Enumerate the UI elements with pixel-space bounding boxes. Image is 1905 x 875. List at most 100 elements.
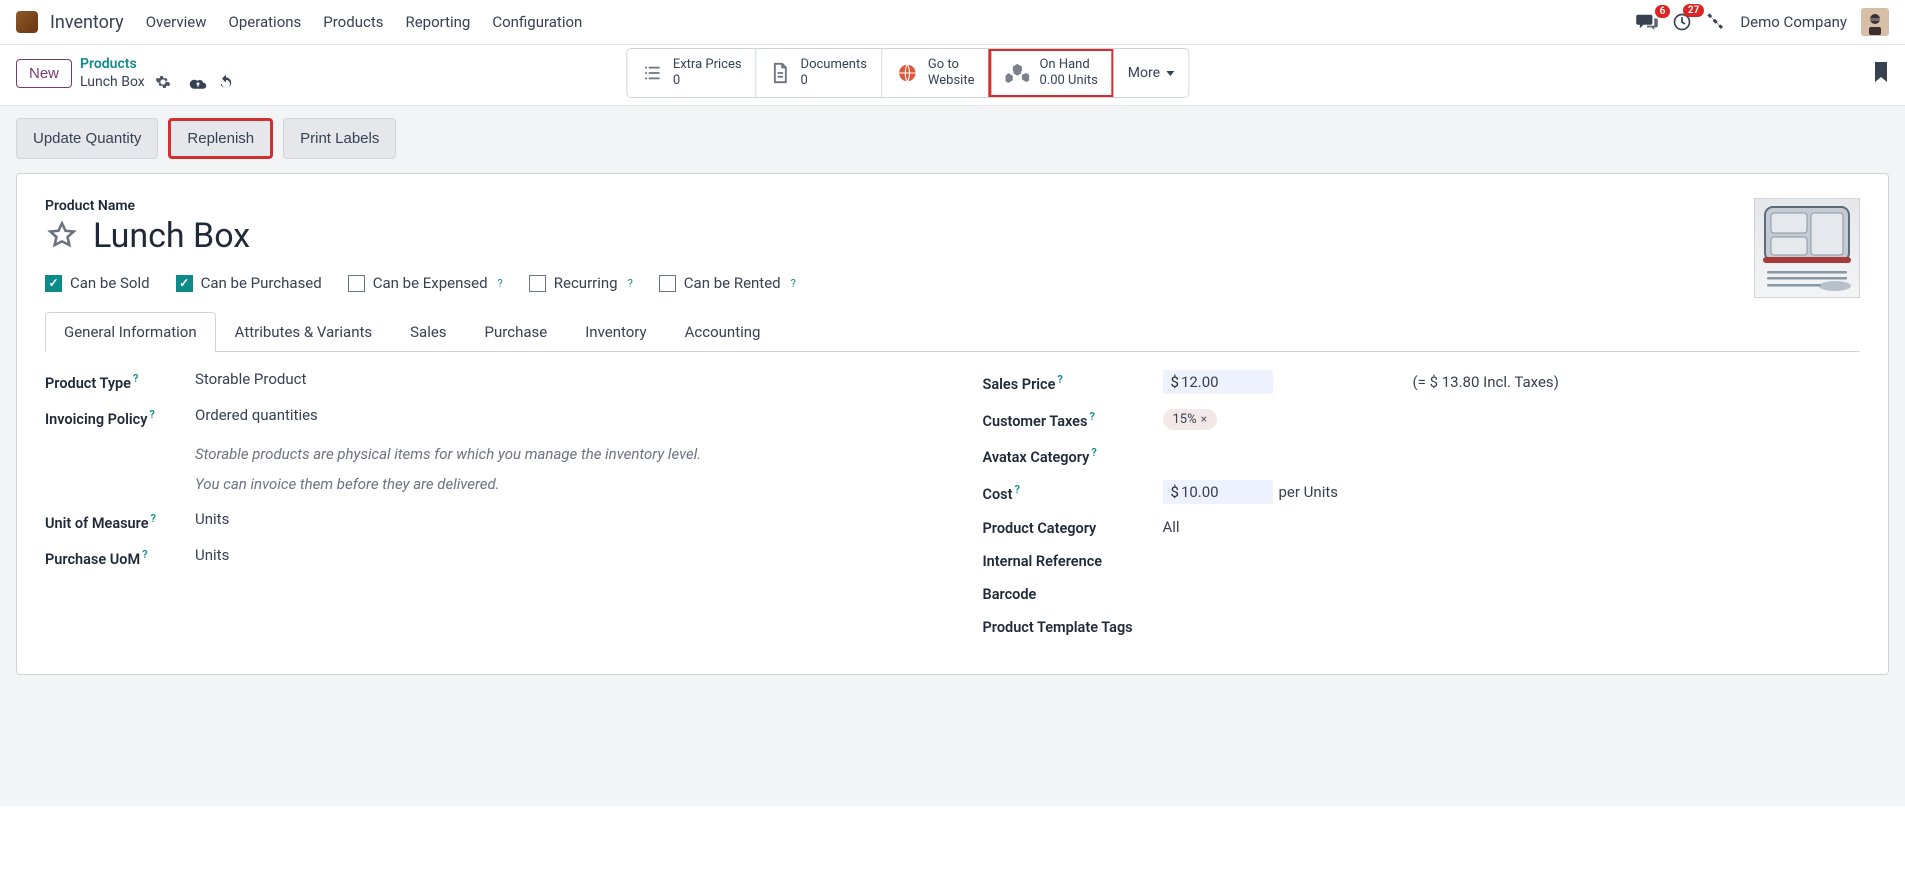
invoicing-policy-label: Invoicing Policy [45,411,147,428]
debug-icon[interactable] [1706,12,1726,32]
barcode-label: Barcode [983,584,1163,603]
tab-attributes-variants[interactable]: Attributes & Variants [216,312,391,352]
toolbar: New Products Lunch Box Extra Prices 0 [0,45,1905,106]
topbar: Inventory Overview Operations Products R… [0,0,1905,45]
uom-value[interactable]: Units [195,510,923,528]
stat-on-hand[interactable]: On Hand 0.00 Units [988,48,1114,99]
activities-icon[interactable]: 27 [1672,12,1692,32]
purchase-uom-label: Purchase UoM [45,551,140,568]
help-icon[interactable]: ? [628,277,633,290]
nav-reporting[interactable]: Reporting [405,13,470,31]
product-image[interactable] [1754,198,1860,298]
product-category-value[interactable]: All [1163,518,1861,536]
breadcrumb: Products Lunch Box [80,55,235,91]
company-selector[interactable]: Demo Company [1740,13,1847,31]
customer-taxes-label: Customer Taxes [983,413,1088,430]
remove-tax-icon[interactable]: × [1201,412,1207,426]
stat-website-line1: Go to [928,57,975,73]
invoicing-policy-value[interactable]: Ordered quantities [195,406,923,424]
form-left-column: Product Type? Storable Product Invoicing… [45,370,923,650]
help-icon[interactable]: ? [791,277,796,290]
form-tabs: General Information Attributes & Variant… [45,312,1860,352]
uom-label: Unit of Measure [45,515,149,532]
help-icon[interactable]: ? [1089,410,1094,423]
flag-can-be-purchased[interactable]: Can be Purchased [176,274,322,292]
app-title[interactable]: Inventory [50,12,124,33]
cloud-upload-icon[interactable] [189,74,207,90]
incl-taxes-hint: (= $ 13.80 Incl. Taxes) [1413,373,1559,391]
help-icon[interactable]: ? [1057,373,1062,386]
messages-badge: 6 [1655,5,1671,18]
favorite-star-icon[interactable] [45,219,79,253]
gear-icon[interactable] [155,74,171,90]
nav-products[interactable]: Products [323,13,383,31]
purchase-uom-value[interactable]: Units [195,546,923,564]
stat-more-button[interactable]: More [1114,49,1188,98]
checkbox-icon [348,275,365,292]
breadcrumb-products-link[interactable]: Products [80,55,235,73]
stat-documents-value: 0 [801,73,867,89]
stat-documents-label: Documents [801,57,867,73]
stat-extra-prices-value: 0 [673,73,742,89]
checkbox-icon [529,275,546,292]
stat-extra-prices-label: Extra Prices [673,57,742,73]
help-icon[interactable]: ? [149,408,154,421]
product-form: Product Name Lunch Box Ca [16,173,1889,675]
update-quantity-button[interactable]: Update Quantity [16,118,158,159]
storable-help-1: Storable products are physical items for… [195,442,923,466]
flag-can-be-rented[interactable]: Can be Rented ? [659,274,796,292]
cost-input[interactable]: $10.00 [1163,480,1273,504]
nav-overview[interactable]: Overview [146,13,207,31]
cost-label: Cost [983,486,1013,503]
boxes-icon [1005,63,1029,83]
stat-extra-prices[interactable]: Extra Prices 0 [627,49,757,98]
help-icon[interactable]: ? [142,548,147,561]
flag-recurring[interactable]: Recurring ? [529,274,633,292]
stat-go-to-website[interactable]: Go to Website [882,49,990,98]
content-area: Update Quantity Replenish Print Labels P… [0,106,1905,806]
checkbox-icon [176,275,193,292]
new-button[interactable]: New [16,59,72,88]
tab-sales[interactable]: Sales [391,312,465,352]
tab-inventory[interactable]: Inventory [566,312,665,352]
product-type-label: Product Type [45,375,131,392]
cost-unit-label: per Units [1279,483,1339,501]
bookmark-icon[interactable] [1875,62,1889,84]
help-icon[interactable]: ? [1091,446,1096,459]
nav-operations[interactable]: Operations [229,13,302,31]
template-tags-label: Product Template Tags [983,617,1163,636]
customer-tax-chip[interactable]: 15% × [1163,409,1218,430]
stat-website-line2: Website [928,73,975,89]
product-name[interactable]: Lunch Box [93,216,250,256]
activities-badge: 27 [1683,4,1704,17]
messages-icon[interactable]: 6 [1636,13,1658,31]
product-name-label: Product Name [45,198,1860,214]
flag-can-be-expensed[interactable]: Can be Expensed ? [348,274,503,292]
app-logo[interactable] [16,11,38,33]
stat-on-hand-value: 0.00 Units [1039,73,1097,89]
more-label: More [1128,65,1160,81]
sales-price-input[interactable]: $12.00 [1163,370,1273,394]
list-icon [641,64,663,82]
product-flags: Can be Sold Can be Purchased Can be Expe… [45,274,1860,292]
help-icon[interactable]: ? [1015,483,1020,496]
avatar[interactable] [1861,8,1889,36]
sales-price-label: Sales Price [983,376,1056,393]
help-icon[interactable]: ? [133,372,138,385]
action-buttons-row: Update Quantity Replenish Print Labels [16,106,1889,173]
flag-can-be-sold[interactable]: Can be Sold [45,274,150,292]
nav-configuration[interactable]: Configuration [492,13,582,31]
undo-icon[interactable] [217,74,235,90]
replenish-button[interactable]: Replenish [168,118,273,159]
tab-purchase[interactable]: Purchase [466,312,567,352]
stat-documents[interactable]: Documents 0 [757,49,882,98]
product-type-value[interactable]: Storable Product [195,370,923,388]
help-icon[interactable]: ? [151,512,156,525]
tab-accounting[interactable]: Accounting [666,312,780,352]
storable-help-2: You can invoice them before they are del… [195,472,923,496]
print-labels-button[interactable]: Print Labels [283,118,396,159]
help-icon[interactable]: ? [498,277,503,290]
checkbox-icon [659,275,676,292]
tab-general-information[interactable]: General Information [45,312,216,352]
topbar-right: 6 27 Demo Company [1636,8,1889,36]
